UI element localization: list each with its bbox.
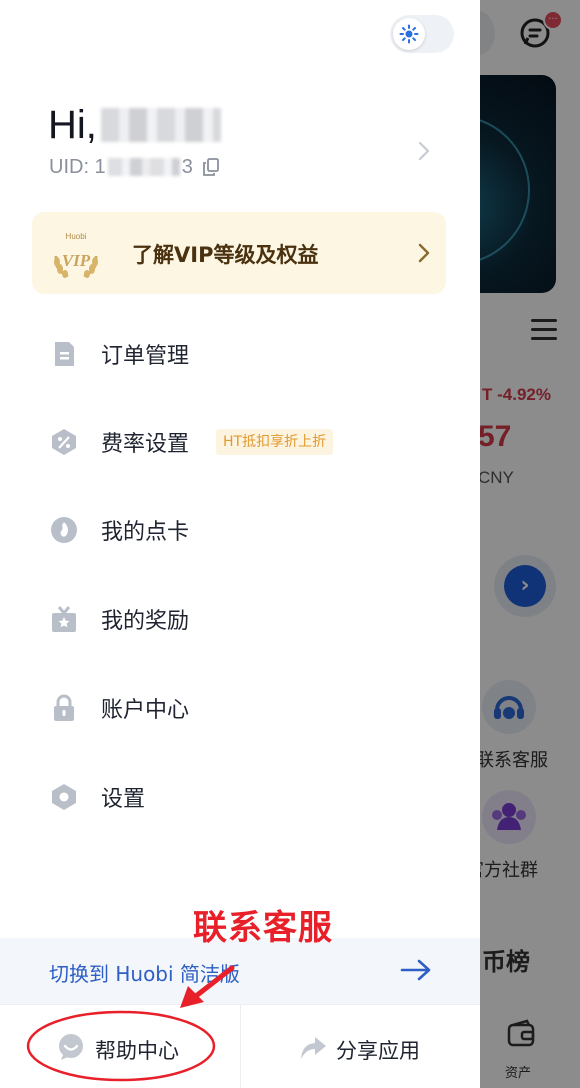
svg-text:Huobi: Huobi — [66, 232, 87, 241]
menu-label: 设置 — [101, 787, 146, 812]
arrow-right-icon — [400, 959, 431, 981]
drawer-bottom-bar: 帮助中心 分享应用 — [0, 1004, 480, 1088]
uid-row: UID: 1 3 — [49, 155, 219, 179]
uid-suffix: 3 — [181, 155, 193, 178]
share-app-button[interactable]: 分享应用 — [240, 1005, 480, 1088]
help-center-button[interactable]: 帮助中心 — [0, 1005, 240, 1088]
lock-icon — [54, 694, 74, 721]
greeting-text: Hi, — [48, 102, 97, 147]
help-center-label: 帮助中心 — [95, 1039, 179, 1063]
vip-banner[interactable]: Huobi VIP 了解VIP等级及权益 — [32, 212, 446, 294]
chevron-right-icon[interactable] — [416, 140, 432, 162]
promo-tag: HT抵扣享折上折 — [216, 429, 334, 455]
menu-label: 订单管理 — [101, 344, 190, 369]
vip-label: 了解VIP等级及权益 — [132, 243, 319, 267]
copy-icon[interactable] — [202, 158, 219, 176]
menu-label: 我的奖励 — [101, 609, 190, 634]
vip-badge-icon: Huobi VIP — [54, 232, 98, 278]
annotation-label: 联系客服 — [193, 908, 333, 948]
username-redacted — [100, 108, 221, 142]
menu-label: 费率设置 — [101, 432, 190, 457]
sun-icon — [399, 24, 419, 44]
menu-item-fees[interactable]: 费率设置 HT抵扣享折上折 — [0, 412, 480, 472]
gift-icon — [52, 606, 76, 632]
fee-icon — [52, 429, 76, 455]
smile-chat-icon — [59, 1034, 83, 1060]
share-arrow-icon — [301, 1037, 326, 1059]
chevron-right-icon — [418, 243, 430, 263]
share-app-label: 分享应用 — [336, 1039, 420, 1063]
menu-item-settings[interactable]: 设置 — [0, 767, 480, 827]
theme-toggle[interactable] — [390, 15, 454, 53]
menu-item-account-center[interactable]: 账户中心 — [0, 678, 480, 738]
theme-knob — [393, 18, 425, 50]
svg-text:VIP: VIP — [62, 251, 91, 270]
profile-header[interactable]: Hi, — [48, 100, 221, 150]
menu-item-orders[interactable]: 订单管理 — [0, 324, 480, 384]
menu-item-point-card[interactable]: 我的点卡 — [0, 500, 480, 560]
menu-label: 账户中心 — [101, 698, 190, 723]
menu-item-rewards[interactable]: 我的奖励 — [0, 589, 480, 649]
order-icon — [55, 342, 74, 366]
menu-label: 我的点卡 — [101, 520, 190, 545]
point-card-icon — [51, 517, 77, 543]
uid-prefix: UID: 1 — [49, 155, 106, 178]
settings-hexagon-icon — [52, 784, 76, 810]
uid-redacted — [107, 158, 180, 176]
switch-lite-label: 切换到 Huobi 简洁版 — [49, 962, 240, 986]
